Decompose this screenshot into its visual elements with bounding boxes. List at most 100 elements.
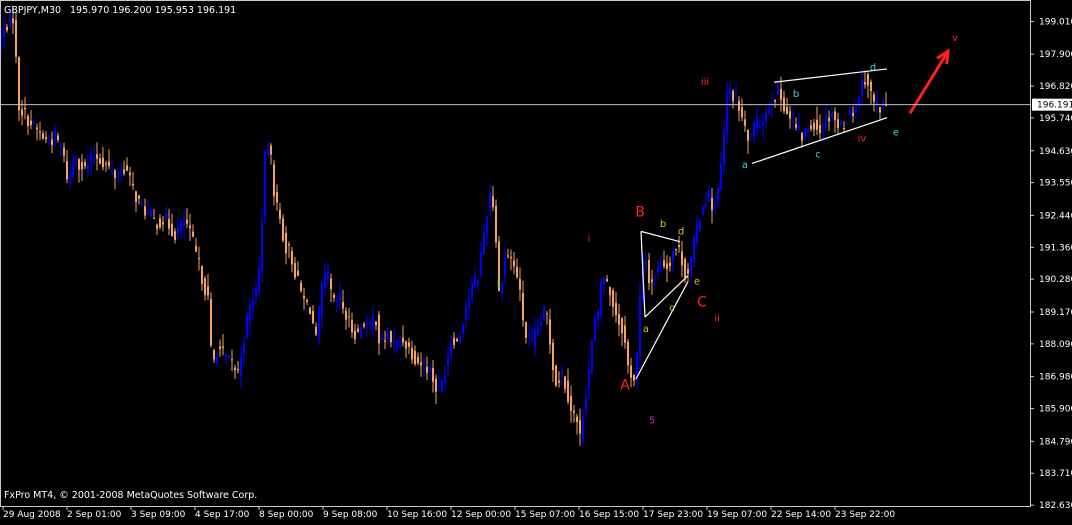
wave-label[interactable]: B bbox=[635, 205, 645, 221]
wave-label[interactable]: i bbox=[497, 279, 500, 290]
candle-body bbox=[156, 224, 158, 229]
wave-label[interactable]: d bbox=[870, 62, 876, 73]
candle-body bbox=[837, 119, 839, 129]
wave-label[interactable]: a bbox=[742, 160, 748, 171]
price-tick-label: 183.710 bbox=[1039, 469, 1072, 479]
time-tick-label: 29 Aug 2008 bbox=[3, 510, 61, 520]
candle-body bbox=[483, 232, 485, 255]
wave-label[interactable]: A bbox=[620, 377, 630, 393]
current-price-tag: 196.191 bbox=[1032, 98, 1072, 111]
wave-label[interactable]: 5 bbox=[649, 415, 655, 426]
wave-label[interactable]: b bbox=[793, 89, 799, 100]
candle-body bbox=[735, 93, 737, 95]
time-tick-label: 17 Sep 23:00 bbox=[643, 510, 703, 520]
candle-body bbox=[111, 169, 113, 171]
candle-body bbox=[519, 279, 521, 290]
wave-label[interactable]: c bbox=[815, 150, 821, 161]
price-tick-label: 185.900 bbox=[1039, 405, 1072, 415]
candle-body bbox=[654, 277, 656, 279]
candle-body bbox=[381, 337, 383, 341]
price-tick-label: 196.820 bbox=[1039, 82, 1072, 92]
candle-body bbox=[714, 204, 716, 208]
wave-label[interactable]: c bbox=[669, 303, 675, 314]
candle-body bbox=[300, 282, 302, 292]
price-tick-label: 190.280 bbox=[1039, 275, 1072, 285]
candle-body bbox=[870, 81, 872, 91]
candle-body bbox=[21, 109, 23, 116]
wave-label[interactable]: v bbox=[952, 33, 958, 44]
wave-label[interactable]: C bbox=[697, 295, 707, 311]
candle-body bbox=[81, 161, 83, 170]
candle-body bbox=[12, 18, 14, 24]
candle-body bbox=[744, 119, 746, 126]
candle-body bbox=[249, 305, 251, 322]
candle-body bbox=[672, 250, 674, 262]
candle-body bbox=[456, 339, 458, 342]
candle-body bbox=[492, 196, 494, 208]
candle-body bbox=[30, 120, 32, 126]
candle-body bbox=[234, 367, 236, 371]
wave-label[interactable]: b bbox=[660, 219, 666, 230]
candle-body bbox=[720, 162, 722, 190]
candle-body bbox=[162, 222, 164, 225]
candle-body bbox=[618, 314, 620, 325]
candle-body bbox=[579, 419, 581, 434]
candle-body bbox=[444, 375, 446, 383]
wave-label[interactable]: d bbox=[678, 226, 684, 237]
candle-body bbox=[810, 125, 812, 129]
candle-body bbox=[861, 80, 863, 97]
candle-body bbox=[624, 325, 626, 343]
candle-body bbox=[282, 218, 284, 241]
candle-body bbox=[204, 278, 206, 295]
candle-body bbox=[462, 324, 464, 334]
candle-body bbox=[567, 380, 569, 402]
candle-body bbox=[219, 346, 221, 350]
candle-body bbox=[285, 232, 287, 254]
candle-body bbox=[150, 210, 152, 217]
candle-body bbox=[558, 380, 560, 383]
wave-label[interactable]: ii bbox=[714, 313, 720, 324]
candle-body bbox=[258, 267, 260, 292]
candle-body bbox=[513, 260, 515, 267]
candle-body bbox=[369, 322, 371, 324]
candle-body bbox=[297, 270, 299, 276]
candle-body bbox=[63, 147, 65, 156]
candle-body bbox=[246, 314, 248, 339]
wave-label[interactable]: iii bbox=[701, 77, 709, 88]
candle-body bbox=[516, 266, 518, 278]
candle-body bbox=[66, 161, 68, 180]
candle-body bbox=[609, 287, 611, 296]
candle-body bbox=[774, 99, 776, 102]
candle-body bbox=[507, 255, 509, 257]
candle-body bbox=[588, 370, 590, 389]
price-chart[interactable]: iiibdvivecaBbdiieCciiaA5 199.010197.9001… bbox=[0, 0, 1072, 521]
candle-body bbox=[681, 251, 683, 266]
candle-body bbox=[648, 259, 650, 284]
wave-label[interactable]: e bbox=[893, 127, 899, 138]
candle-body bbox=[222, 346, 224, 348]
candle-body bbox=[696, 224, 698, 243]
candle-body bbox=[723, 131, 725, 164]
candle-body bbox=[537, 327, 539, 334]
candle-body bbox=[465, 306, 467, 320]
candle-body bbox=[807, 128, 809, 132]
wave-label[interactable]: i bbox=[588, 234, 591, 245]
candle-body bbox=[543, 306, 545, 320]
candle-body bbox=[831, 112, 833, 118]
trading-chart-window[interactable]: iiibdvivecaBbdiieCciiaA5 199.010197.9001… bbox=[0, 0, 1072, 521]
time-tick-label: 15 Sep 07:00 bbox=[515, 510, 575, 520]
candle-body bbox=[57, 135, 59, 141]
candle-body bbox=[330, 278, 332, 290]
candle-body bbox=[768, 110, 770, 114]
wave-label[interactable]: e bbox=[694, 277, 700, 288]
candle-body bbox=[600, 281, 602, 316]
wave-label[interactable]: a bbox=[643, 324, 649, 335]
candle-body bbox=[591, 340, 593, 373]
candle-body bbox=[99, 158, 101, 164]
candle-body bbox=[570, 396, 572, 412]
candle-body bbox=[333, 294, 335, 299]
candle-body bbox=[357, 328, 359, 333]
wave-label[interactable]: iv bbox=[858, 133, 867, 144]
price-tick-label: 188.090 bbox=[1039, 340, 1072, 350]
candle-body bbox=[732, 90, 734, 102]
